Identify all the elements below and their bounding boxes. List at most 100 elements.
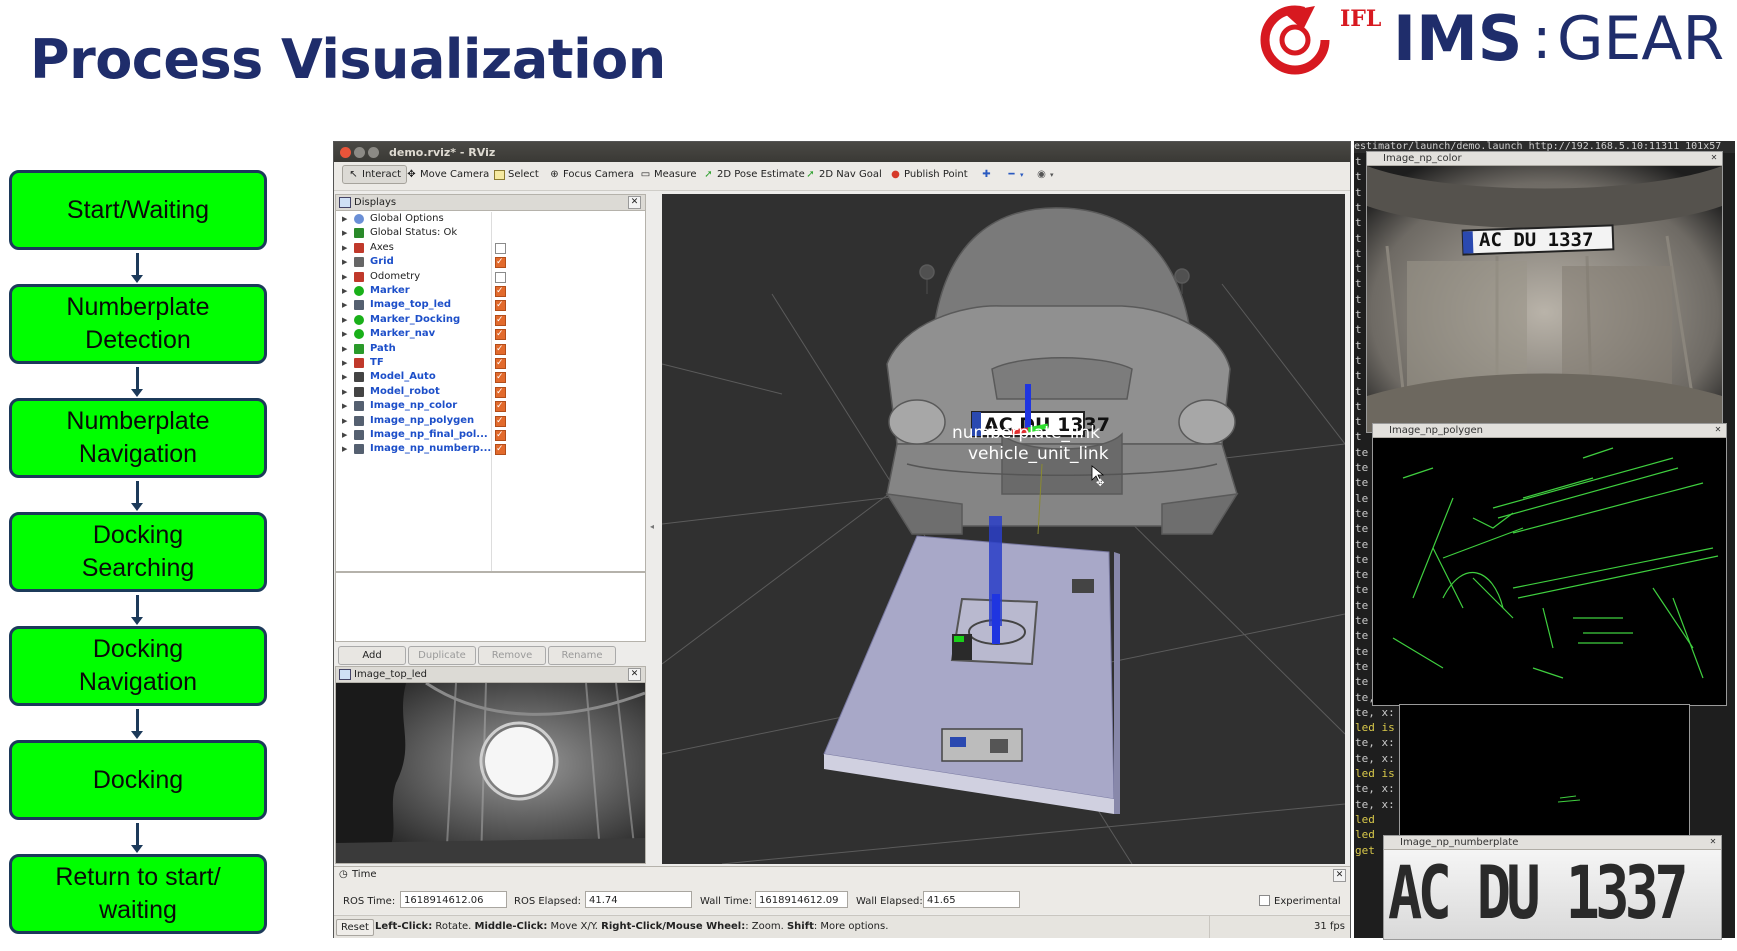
displays-title: Displays: [354, 197, 397, 208]
logo-ifl-text: IFL: [1340, 6, 1382, 32]
collapse-left-icon[interactable]: ◂: [650, 522, 654, 531]
logo-gear-text: GEAR: [1557, 4, 1725, 74]
flow-step-numberplate-navigation: Numberplate Navigation: [9, 398, 267, 478]
flow-step-return-to-start: Return to start/waiting: [9, 854, 267, 934]
expand-arrow-icon[interactable]: ▶: [342, 327, 347, 341]
flow-step-numberplate-detection: Numberplate Detection: [9, 284, 267, 364]
display-enable-checkbox[interactable]: [495, 313, 506, 327]
image-np-polygen-header: Image_np_polygen ✕: [1373, 424, 1726, 438]
rename-display-button[interactable]: Rename: [548, 646, 616, 665]
expand-arrow-icon[interactable]: ▶: [342, 428, 347, 442]
terminal-line: t: [1355, 384, 1362, 398]
terminal-line: t: [1355, 353, 1362, 367]
display-enable-checkbox[interactable]: [495, 342, 506, 356]
expand-arrow-icon[interactable]: ▶: [342, 313, 347, 327]
displays-panel: Displays ✕ ▶ Global Options ▶ Global Status…: [335, 194, 646, 572]
close-icon[interactable]: ✕: [628, 196, 641, 209]
expand-arrow-icon[interactable]: ▶: [342, 442, 347, 456]
minimize-icon[interactable]: [354, 147, 365, 158]
display-enable-checkbox[interactable]: [495, 242, 506, 254]
image-icon: [354, 415, 364, 426]
display-enable-checkbox[interactable]: [495, 271, 506, 283]
expand-arrow-icon[interactable]: ▶: [342, 414, 347, 428]
terminal-line: te, x:: [1355, 736, 1395, 750]
image-np-numberplate-header: Image_np_numberplate ✕: [1384, 836, 1721, 850]
maximize-icon[interactable]: [368, 147, 379, 158]
3d-viewport[interactable]: AC DU 1337 numberplate_link vehicle_unit…: [662, 194, 1345, 864]
display-item-label: Global Status: Ok: [370, 227, 458, 239]
expand-arrow-icon[interactable]: ▶: [342, 356, 347, 370]
add-display-button[interactable]: Add: [338, 646, 406, 665]
clock-icon: ◷: [339, 869, 348, 880]
close-icon[interactable]: ✕: [1333, 869, 1346, 882]
terminal-line: te, x:: [1355, 751, 1395, 765]
np-polygen-edge-image: [1373, 438, 1726, 705]
remove-tool-button[interactable]: ━ ▾: [1006, 169, 1023, 180]
measure-tool[interactable]: ▭ Measure: [640, 169, 697, 180]
close-icon[interactable]: ✕: [1709, 153, 1719, 163]
status-help-text: Left-Click: Rotate. Middle-Click: Move X…: [375, 921, 889, 932]
minus-icon: ━: [1008, 169, 1015, 180]
close-icon[interactable]: ✕: [1708, 837, 1718, 847]
remove-display-button[interactable]: Remove: [478, 646, 546, 665]
pose-estimate-tool[interactable]: ➚ 2D Pose Estimate: [703, 169, 804, 180]
expand-arrow-icon[interactable]: ▶: [342, 284, 347, 298]
display-enable-checkbox[interactable]: [495, 356, 506, 370]
terminal-line: t: [1355, 292, 1362, 306]
expand-arrow-icon[interactable]: ▶: [342, 399, 347, 413]
rviz-window-title: demo.rviz* - RViz: [389, 146, 496, 159]
image-icon: [354, 401, 364, 412]
display-enable-checkbox[interactable]: [495, 414, 506, 428]
terminal-line: le: [1355, 491, 1369, 505]
display-enable-checkbox[interactable]: [495, 428, 506, 442]
display-enable-checkbox[interactable]: [495, 327, 506, 341]
expand-arrow-icon[interactable]: ▶: [342, 385, 347, 399]
display-enable-checkbox[interactable]: [495, 442, 506, 456]
wall-elapsed-field[interactable]: 41.65: [923, 891, 1020, 908]
duplicate-display-button[interactable]: Duplicate: [408, 646, 476, 665]
display-enable-checkbox[interactable]: [495, 298, 506, 312]
focus-camera-tool[interactable]: ⊕ Focus Camera: [549, 169, 634, 180]
expand-arrow-icon[interactable]: ▶: [342, 212, 347, 226]
close-icon[interactable]: ✕: [628, 668, 641, 681]
wall-time-field[interactable]: 1618914612.09: [755, 891, 848, 908]
move-camera-tool[interactable]: ✥ Move Camera: [406, 169, 489, 180]
view-options-button[interactable]: ◉ ▾: [1036, 169, 1053, 180]
terminal-line: te, x:: [1355, 797, 1395, 811]
display-enable-checkbox[interactable]: [495, 385, 506, 399]
select-tool[interactable]: Select: [494, 169, 539, 180]
ros-elapsed-field[interactable]: 41.74: [585, 891, 692, 908]
terminal-line: te: [1355, 614, 1369, 627]
image-np-polygen-window: Image_np_polygen ✕: [1372, 423, 1727, 706]
expand-arrow-icon[interactable]: ▶: [342, 226, 347, 240]
interact-tool[interactable]: ↖ Interact: [342, 165, 408, 184]
experimental-label: Experimental: [1274, 896, 1341, 907]
expand-arrow-icon[interactable]: ▶: [342, 342, 347, 356]
terminal-line: te: [1355, 659, 1369, 673]
display-enable-checkbox[interactable]: [495, 284, 506, 298]
add-tool-button[interactable]: ✚: [981, 169, 992, 180]
expand-arrow-icon[interactable]: ▶: [342, 370, 347, 384]
display-item-label: TF: [370, 357, 384, 368]
ros-time-field[interactable]: 1618914612.06: [400, 891, 507, 908]
flow-step-docking: Docking: [9, 740, 267, 820]
terminal-line: t: [1355, 185, 1362, 199]
green-arrow-icon: ➚: [806, 169, 815, 180]
terminal-line: t: [1355, 308, 1362, 321]
expand-arrow-icon[interactable]: ▶: [342, 255, 347, 269]
image-icon: [354, 300, 364, 311]
nav-goal-tool[interactable]: ➚ 2D Nav Goal: [805, 169, 881, 180]
expand-arrow-icon[interactable]: ▶: [342, 298, 347, 312]
display-enable-checkbox[interactable]: [495, 370, 506, 384]
slide-title: Process Visualization: [30, 28, 666, 91]
close-icon[interactable]: ✕: [1713, 425, 1723, 435]
expand-arrow-icon[interactable]: ▶: [342, 241, 347, 255]
path-icon: [354, 343, 364, 354]
reset-button[interactable]: Reset: [336, 919, 374, 936]
close-icon[interactable]: [340, 147, 351, 158]
display-enable-checkbox[interactable]: [495, 399, 506, 413]
publish-point-tool[interactable]: ● Publish Point: [890, 169, 968, 180]
display-enable-checkbox[interactable]: [495, 255, 506, 269]
expand-arrow-icon[interactable]: ▶: [342, 270, 347, 284]
experimental-checkbox[interactable]: [1259, 895, 1270, 906]
